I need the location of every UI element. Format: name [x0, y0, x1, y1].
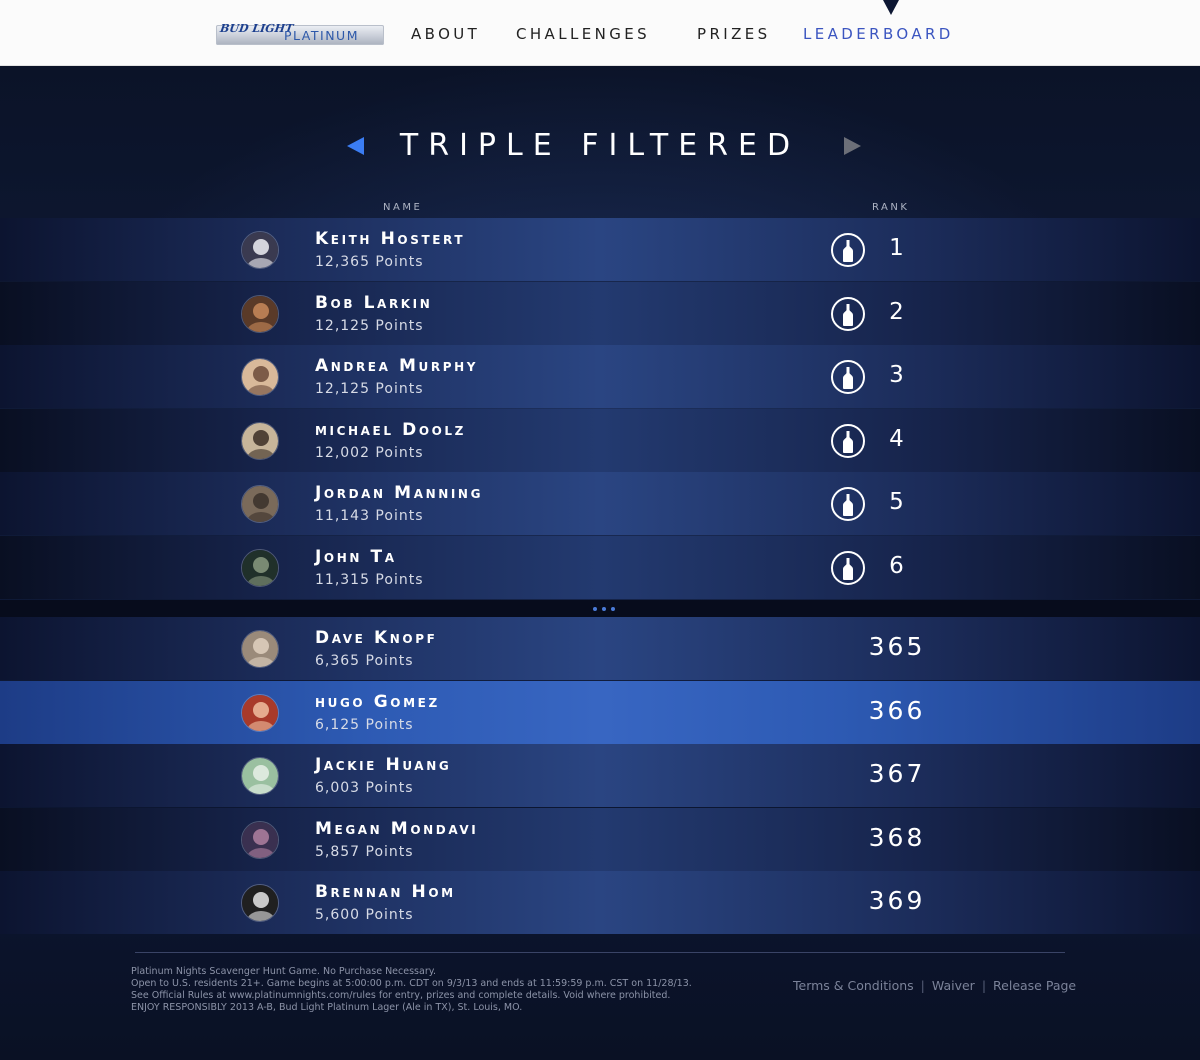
avatar	[241, 693, 279, 732]
legal-text: Platinum Nights Scavenger Hunt Game. No …	[131, 966, 751, 1014]
player-points: 6,003 Points	[315, 780, 414, 797]
player-name: Keith Hostert	[315, 229, 466, 249]
leaderboard-row[interactable]: Brennan Hom 5,600 Points 369	[0, 871, 1200, 935]
column-header-name: NAME	[383, 202, 423, 213]
player-rank: 5	[889, 489, 905, 516]
bottle-icon	[831, 423, 865, 458]
terms-link[interactable]: Terms & Conditions	[793, 978, 914, 993]
player-rank: 368	[868, 822, 926, 852]
avatar	[241, 294, 279, 333]
player-name: hugo Gomez	[315, 691, 440, 712]
player-points: 12,365 Points	[315, 254, 424, 270]
player-points: 5,600 Points	[315, 907, 414, 924]
leaderboard-row[interactable]: Jordan Manning 11,143 Points 5	[0, 472, 1200, 536]
nav-leaderboard[interactable]: LEADERBOARD	[803, 25, 954, 43]
player-points: 6,365 Points	[315, 653, 414, 669]
active-nav-marker-icon	[883, 0, 899, 15]
player-rank: 365	[868, 632, 926, 661]
player-name: John Ta	[315, 547, 397, 567]
player-points: 5,857 Points	[315, 843, 414, 860]
avatar	[241, 757, 279, 796]
list-gap-separator	[0, 600, 1200, 617]
avatar	[241, 485, 279, 524]
bottle-icon	[831, 360, 865, 395]
player-name: Dave Knopf	[315, 628, 438, 648]
player-rank: 369	[868, 886, 926, 916]
legal-line: ENJOY RESPONSIBLY 2013 A-B, Bud Light Pl…	[131, 1002, 523, 1013]
player-points: 12,125 Points	[315, 317, 424, 334]
avatar	[241, 884, 279, 923]
column-header-rank: RANK	[872, 202, 910, 213]
player-rank: 367	[868, 759, 926, 789]
logo-platinum-text: PLATINUM	[284, 28, 359, 43]
player-name: michael Doolz	[315, 419, 466, 440]
player-points: 12,002 Points	[315, 444, 424, 461]
legal-line: See Official Rules at www.platinumnights…	[131, 990, 671, 1001]
player-points: 11,143 Points	[315, 508, 424, 525]
player-rank: 2	[889, 298, 905, 325]
logo-bud-text: BUD LIGHT	[219, 22, 295, 35]
arrow-right-icon[interactable]	[844, 137, 861, 155]
avatar	[241, 549, 279, 587]
player-rank: 366	[868, 695, 926, 725]
waiver-link[interactable]: Waiver	[932, 978, 975, 993]
nav-challenges[interactable]: CHALLENGES	[516, 25, 650, 43]
bottle-icon	[831, 487, 865, 522]
bottle-icon	[831, 233, 865, 267]
bud-light-platinum-logo[interactable]: BUD LIGHT PLATINUM	[216, 22, 384, 45]
leaderboard-row[interactable]: John Ta 11,315 Points 6	[0, 536, 1200, 599]
leaderboard-row[interactable]: Megan Mondavi 5,857 Points 368	[0, 807, 1200, 871]
leaderboard-panel: TRIPLE FILTERED NAME RANK Keith Hostert 1…	[0, 66, 1200, 1060]
player-rank: 3	[889, 362, 905, 389]
legal-line: Open to U.S. residents 21+. Game begins …	[131, 978, 692, 989]
player-rank: 4	[889, 425, 905, 452]
player-name: Andrea Murphy	[315, 356, 479, 377]
leaderboard-row[interactable]: Bob Larkin 12,125 Points 2	[0, 281, 1200, 345]
avatar	[241, 358, 279, 397]
avatar	[241, 820, 279, 859]
player-name: Jackie Huang	[315, 755, 452, 776]
leaderboard-row[interactable]: Andrea Murphy 12,125 Points 3	[0, 345, 1200, 409]
leaderboard-row[interactable]: Jackie Huang 6,003 Points 367	[0, 744, 1200, 808]
category-title: TRIPLE FILTERED	[399, 128, 801, 163]
leaderboard-row[interactable]: Dave Knopf 6,365 Points 365	[0, 617, 1200, 680]
player-name: Megan Mondavi	[315, 818, 479, 839]
avatar	[241, 630, 279, 668]
nav-about[interactable]: ABOUT	[411, 25, 480, 43]
footer-links: Terms & Conditions | Waiver | Release Page	[793, 978, 1077, 993]
leaderboard-row[interactable]: michael Doolz 12,002 Points 4	[0, 408, 1200, 472]
ellipsis-icon	[593, 607, 615, 611]
bottle-icon	[831, 551, 865, 585]
avatar	[241, 231, 279, 269]
legal-line: Platinum Nights Scavenger Hunt Game. No …	[131, 966, 437, 977]
leaderboard-row[interactable]: Keith Hostert 12,365 Points 1	[0, 218, 1200, 281]
player-points: 11,315 Points	[315, 572, 424, 588]
site-header: BUD LIGHT PLATINUM ABOUT CHALLENGES PRIZ…	[0, 0, 1200, 66]
player-points: 12,125 Points	[315, 381, 424, 398]
player-rank: 1	[889, 235, 905, 261]
player-name: Jordan Manning	[315, 483, 484, 504]
player-name: Brennan Hom	[315, 882, 456, 903]
player-rank: 6	[889, 553, 905, 579]
avatar	[241, 421, 279, 460]
nav-prizes[interactable]: PRIZES	[697, 25, 771, 43]
footer-divider	[135, 952, 1065, 953]
leaderboard-row[interactable]: hugo Gomez 6,125 Points 366	[0, 680, 1200, 744]
player-name: Bob Larkin	[315, 292, 433, 313]
bottle-icon	[831, 296, 865, 331]
player-points: 6,125 Points	[315, 716, 414, 733]
release-page-link[interactable]: Release Page	[993, 978, 1076, 993]
